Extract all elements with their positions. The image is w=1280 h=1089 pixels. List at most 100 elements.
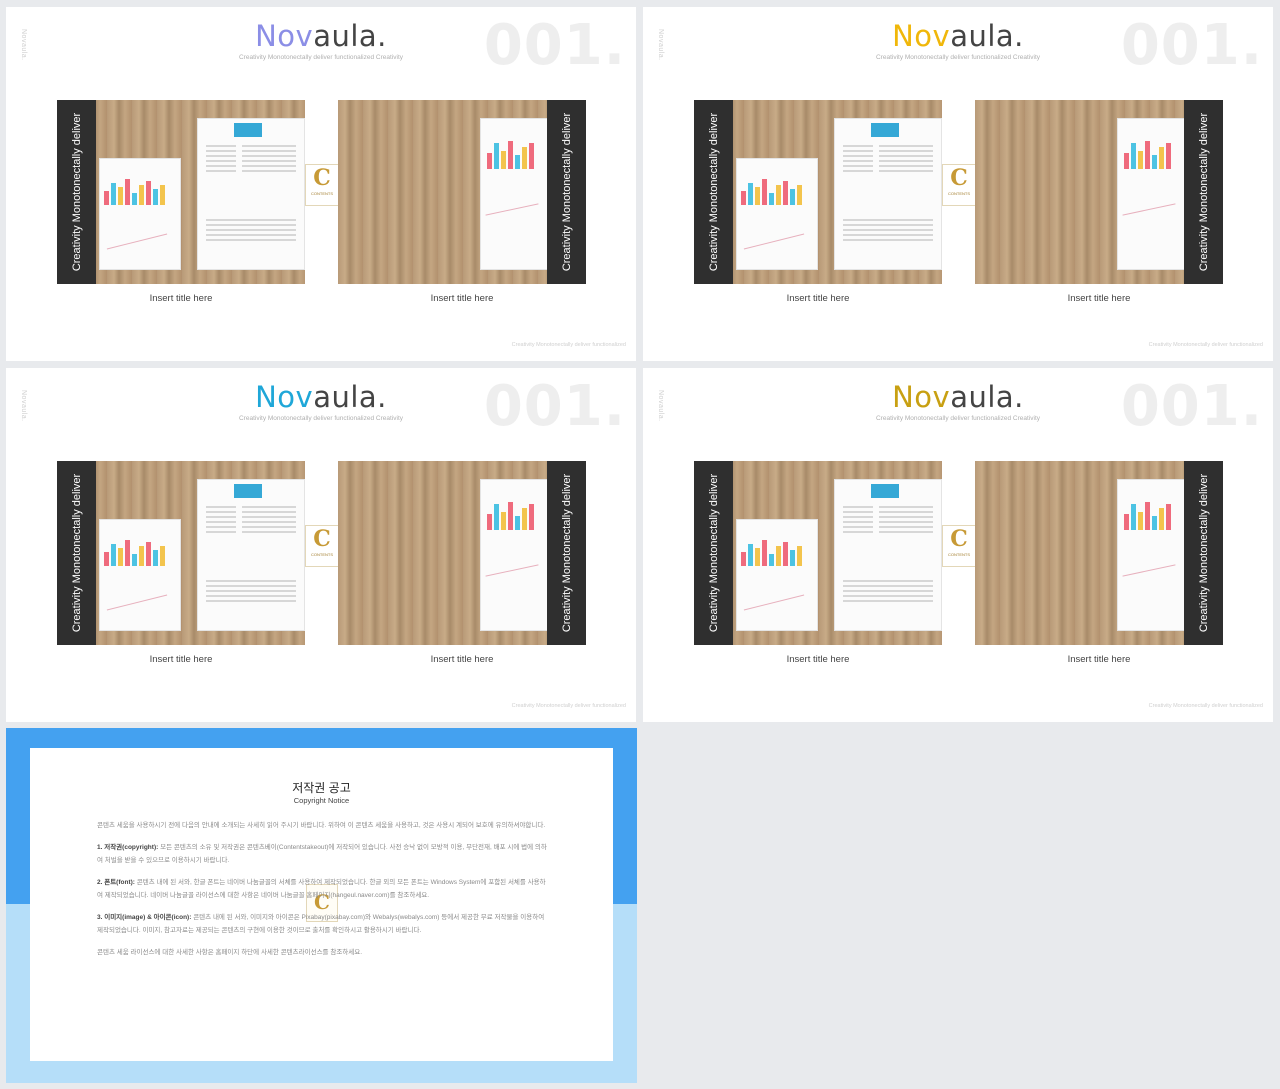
brand-rest: aula.: [950, 19, 1024, 53]
dark-bar-left: Creativity Monotonectally deliver: [57, 100, 96, 284]
footer-text: Creativity Monotonectally deliver functi…: [1148, 703, 1263, 709]
brand-title: Novaula.: [643, 380, 1273, 414]
bar-graphic-right: [1124, 500, 1171, 530]
line-graphic: [106, 233, 168, 250]
doc-text-lines: [843, 145, 873, 175]
notice-image: 3. 이미지(image) & 아이콘(icon): 콘텐츠 내에 된 서와, …: [97, 911, 548, 937]
chart-paper-right: [480, 118, 548, 270]
caption-right: Insert title here: [430, 654, 494, 665]
image-label: 3. 이미지(image) & 아이콘(icon):: [97, 914, 192, 921]
document-paper: [834, 479, 942, 631]
bar-graphic-right: [487, 500, 534, 530]
doc-text-lines-2: [242, 145, 296, 175]
footer-text: Creativity Monotonectally deliver functi…: [1148, 342, 1263, 348]
chart-paper: [736, 158, 818, 270]
caption-right: Insert title here: [430, 293, 494, 304]
photo-right: Creativity Monotonectally deliver: [975, 100, 1223, 284]
brand-accent: Nov: [892, 19, 951, 53]
slide-3[interactable]: Novaula. 001. Novaula. Creativity Monoto…: [6, 368, 636, 722]
caption-right: Insert title here: [1067, 654, 1131, 665]
line-graphic: [743, 594, 805, 611]
logo-letter: C: [950, 165, 968, 191]
contents-logo: C CONTENTS: [942, 525, 976, 567]
subtitle: Creativity Monotonectally deliver functi…: [875, 415, 1041, 422]
brand-accent: Nov: [892, 380, 951, 414]
dark-bar-left: Creativity Monotonectally deliver: [57, 461, 96, 645]
photo-left: Creativity Monotonectally deliver: [694, 100, 942, 284]
doc-text-lines: [206, 506, 236, 536]
copyright-notice-slide[interactable]: 저작권 공고 Copyright Notice C 콘텐츠 세움을 사용하시기 …: [6, 728, 637, 1083]
bar-text-right: Creativity Monotonectally deliver: [1197, 112, 1210, 272]
slide-4[interactable]: Novaula. 001. Novaula. Creativity Monoto…: [643, 368, 1273, 722]
doc-text-lines: [206, 145, 236, 175]
notice-font: 2. 폰트(font): 콘텐츠 내에 된 서와, 한글 폰트는 네이버 나눔글…: [97, 876, 548, 902]
document-paper: [197, 118, 305, 270]
photo-right: Creativity Monotonectally deliver: [975, 461, 1223, 645]
dark-bar-left: Creativity Monotonectally deliver: [694, 461, 733, 645]
line-graphic-right: [485, 203, 539, 216]
copyright-text: 모든 콘텐츠의 소유 및 저작권은 콘텐츠베이(Contentstakeout)…: [97, 844, 547, 864]
chart-paper: [99, 158, 181, 270]
chart-paper: [736, 519, 818, 631]
logo-letter: C: [313, 526, 331, 552]
dark-bar-left: Creativity Monotonectally deliver: [694, 100, 733, 284]
notice-subtitle: Copyright Notice: [293, 796, 350, 805]
brand-accent: Nov: [255, 19, 314, 53]
logo-letter: C: [950, 526, 968, 552]
logo-text: CONTENTS: [948, 191, 970, 196]
brand-rest: aula.: [950, 380, 1024, 414]
logo-letter: C: [313, 165, 331, 191]
bar-graphic: [741, 538, 802, 566]
brand-rest: aula.: [313, 19, 387, 53]
doc-text-lines-3: [843, 219, 933, 244]
doc-text-lines-2: [242, 506, 296, 536]
caption-right: Insert title here: [1067, 293, 1131, 304]
caption-left: Insert title here: [149, 293, 213, 304]
photo-left: Creativity Monotonectally deliver: [57, 461, 305, 645]
subtitle: Creativity Monotonectally deliver functi…: [238, 54, 404, 61]
line-graphic: [106, 594, 168, 611]
caption-left: Insert title here: [786, 293, 850, 304]
doc-text-lines: [843, 506, 873, 536]
brand-title: Novaula.: [6, 380, 636, 414]
doc-text-lines-2: [879, 506, 933, 536]
subtitle: Creativity Monotonectally deliver functi…: [238, 415, 404, 422]
chart-paper-right: [1117, 118, 1185, 270]
dark-bar-right: Creativity Monotonectally deliver: [547, 100, 586, 284]
doc-text-lines-2: [879, 145, 933, 175]
logo-text: CONTENTS: [311, 191, 333, 196]
contents-logo: C CONTENTS: [942, 164, 976, 206]
doc-text-lines-3: [206, 219, 296, 244]
dark-bar-right: Creativity Monotonectally deliver: [547, 461, 586, 645]
brand-rest: aula.: [313, 380, 387, 414]
footer-text: Creativity Monotonectally deliver functi…: [511, 703, 626, 709]
document-paper: [834, 118, 942, 270]
slide-2[interactable]: Novaula. 001. Novaula. Creativity Monoto…: [643, 7, 1273, 361]
chart-paper-right: [1117, 479, 1185, 631]
photo-left: Creativity Monotonectally deliver: [57, 100, 305, 284]
slide-1[interactable]: Novaula. 001. Novaula. Creativity Monoto…: [6, 7, 636, 361]
brand-title: Novaula.: [6, 19, 636, 53]
line-graphic-right: [1122, 564, 1176, 577]
line-graphic-right: [1122, 203, 1176, 216]
bar-text-left: Creativity Monotonectally deliver: [707, 473, 720, 633]
bar-text-left: Creativity Monotonectally deliver: [70, 473, 83, 633]
photo-right: Creativity Monotonectally deliver: [338, 461, 586, 645]
footer-text: Creativity Monotonectally deliver functi…: [511, 342, 626, 348]
bar-text-left: Creativity Monotonectally deliver: [70, 112, 83, 272]
notice-intro: 콘텐츠 세움을 사용하시기 전에 다음의 안내에 소개되는 사세히 읽어 주시기…: [97, 822, 546, 829]
notice-body: 콘텐츠 세움을 사용하시기 전에 다음의 안내에 소개되는 사세히 읽어 주시기…: [97, 819, 548, 968]
chart-paper-right: [480, 479, 548, 631]
font-text: 콘텐츠 내에 된 서와, 한글 폰트는 네이버 나눔글꼴의 서체를 사용하여 제…: [97, 879, 546, 899]
dark-bar-right: Creativity Monotonectally deliver: [1184, 461, 1223, 645]
bar-graphic-right: [1124, 139, 1171, 169]
notice-closing: 콘텐츠 세움 라이선스에 대한 사세한 사항은 홈페이지 하단에 사세한 콘텐츠…: [97, 949, 363, 956]
notice-title: 저작권 공고: [292, 781, 351, 795]
contents-logo: C CONTENTS: [305, 164, 339, 206]
logo-text: CONTENTS: [948, 552, 970, 557]
doc-header-tag: [234, 484, 262, 498]
bar-graphic: [104, 538, 165, 566]
doc-header-tag: [871, 123, 899, 137]
line-graphic: [743, 233, 805, 250]
bar-text-left: Creativity Monotonectally deliver: [707, 112, 720, 272]
